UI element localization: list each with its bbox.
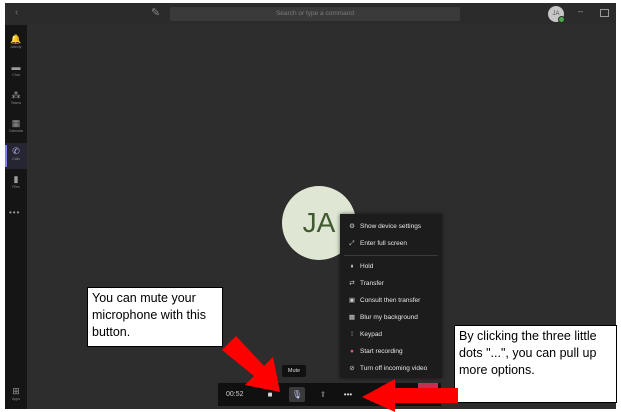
back-arrow-icon[interactable]: ‹ (15, 7, 18, 18)
rail-item-calendar[interactable]: ▦ Calendar (5, 115, 27, 141)
menu-item-label: Consult then transfer (360, 297, 421, 304)
menu-item-label: Enter full screen (360, 240, 407, 247)
hang-up-button[interactable] (418, 383, 438, 393)
record-icon: ● (350, 348, 354, 355)
more-apps-icon[interactable]: ••• (9, 208, 20, 217)
more-options-menu: ⚙ Show device settings ⤢ Enter full scre… (340, 214, 442, 378)
menu-item-incoming-video[interactable]: ⊘ Turn off incoming video (340, 362, 442, 376)
rail-item-chat[interactable]: ▬ Chat (5, 59, 27, 85)
menu-item-start-recording[interactable]: ● Start recording (340, 345, 442, 359)
video-off-icon: ⊘ (349, 365, 355, 372)
search-input[interactable]: Search or type a command (170, 7, 460, 21)
rail-item-label: Apps (12, 397, 20, 401)
teams-icon: ⁂ (11, 90, 21, 100)
mute-instruction-callout: You can mute your microphone with this b… (87, 287, 223, 347)
more-options-instruction-callout: By clicking the three little dots "...",… (454, 325, 617, 403)
menu-item-label: Show device settings (360, 223, 422, 230)
menu-item-label: Transfer (360, 280, 384, 287)
rail-item-calls[interactable]: ✆ Calls (5, 143, 27, 169)
app-rail: 🔔 Activity ▬ Chat ⁂ Teams ▦ Calendar ✆ C… (5, 25, 27, 409)
files-icon: ▮ (13, 174, 19, 184)
menu-item-full-screen[interactable]: ⤢ Enter full screen (340, 237, 442, 251)
mute-tooltip: Mute (282, 365, 306, 377)
call-controls-bar: 00:52 ■ 🎙 ⬆ ••• (218, 383, 441, 406)
gear-icon: ⚙ (349, 223, 355, 230)
rail-item-files[interactable]: ▮ Files (5, 171, 27, 197)
chat-icon: ▬ (11, 62, 21, 72)
menu-item-label: Turn off incoming video (360, 365, 428, 372)
keypad-icon: ⁞ (351, 331, 353, 338)
menu-item-device-settings[interactable]: ⚙ Show device settings (340, 220, 442, 234)
rail-item-label: Activity (10, 45, 22, 49)
call-timer: 00:52 (226, 391, 244, 398)
maximize-button[interactable] (600, 9, 609, 17)
rail-item-apps[interactable]: ⊞ Apps (5, 383, 27, 409)
pause-icon: ⏸ (350, 263, 354, 270)
compose-icon[interactable]: ✎ (151, 6, 160, 19)
minimize-button[interactable]: – (578, 6, 583, 16)
menu-item-consult-transfer[interactable]: ▣ Consult then transfer (340, 294, 442, 308)
rail-item-label: Chat (12, 73, 20, 77)
menu-item-label: Blur my background (360, 314, 418, 321)
more-options-button[interactable]: ••• (340, 387, 356, 402)
rail-item-label: Teams (10, 101, 22, 105)
mute-button[interactable]: 🎙 (289, 387, 305, 402)
transfer-icon: ⇄ (349, 280, 355, 287)
menu-item-keypad[interactable]: ⁞ Keypad (340, 328, 442, 342)
rail-item-teams[interactable]: ⁂ Teams (5, 87, 27, 113)
menu-divider (344, 255, 438, 256)
bell-icon: 🔔 (10, 34, 22, 44)
share-button[interactable]: ⬆ (315, 387, 331, 402)
phone-icon: ✆ (12, 146, 20, 156)
fullscreen-icon: ⤢ (349, 240, 355, 247)
rail-item-label: Calendar (8, 129, 24, 133)
blur-icon: ▩ (348, 314, 356, 321)
menu-item-blur-background[interactable]: ▩ Blur my background (340, 311, 442, 325)
camera-button[interactable]: ■ (262, 387, 278, 402)
menu-item-label: Hold (360, 263, 374, 270)
menu-item-hold[interactable]: ⏸ Hold (340, 260, 442, 274)
menu-item-label: Keypad (360, 331, 383, 338)
presence-status-icon (558, 16, 565, 23)
menu-item-label: Start recording (360, 348, 403, 355)
calendar-icon: ▦ (11, 118, 21, 128)
menu-item-transfer[interactable]: ⇄ Transfer (340, 277, 442, 291)
rail-item-label: Calls (12, 157, 20, 161)
consult-icon: ▣ (348, 297, 356, 304)
rail-item-label: Files (12, 185, 20, 189)
title-bar: ‹ ✎ Search or type a command JA – (5, 3, 616, 25)
apps-icon: ⊞ (12, 386, 20, 396)
profile-avatar[interactable]: JA (548, 6, 565, 23)
rail-item-activity[interactable]: 🔔 Activity (5, 31, 27, 57)
